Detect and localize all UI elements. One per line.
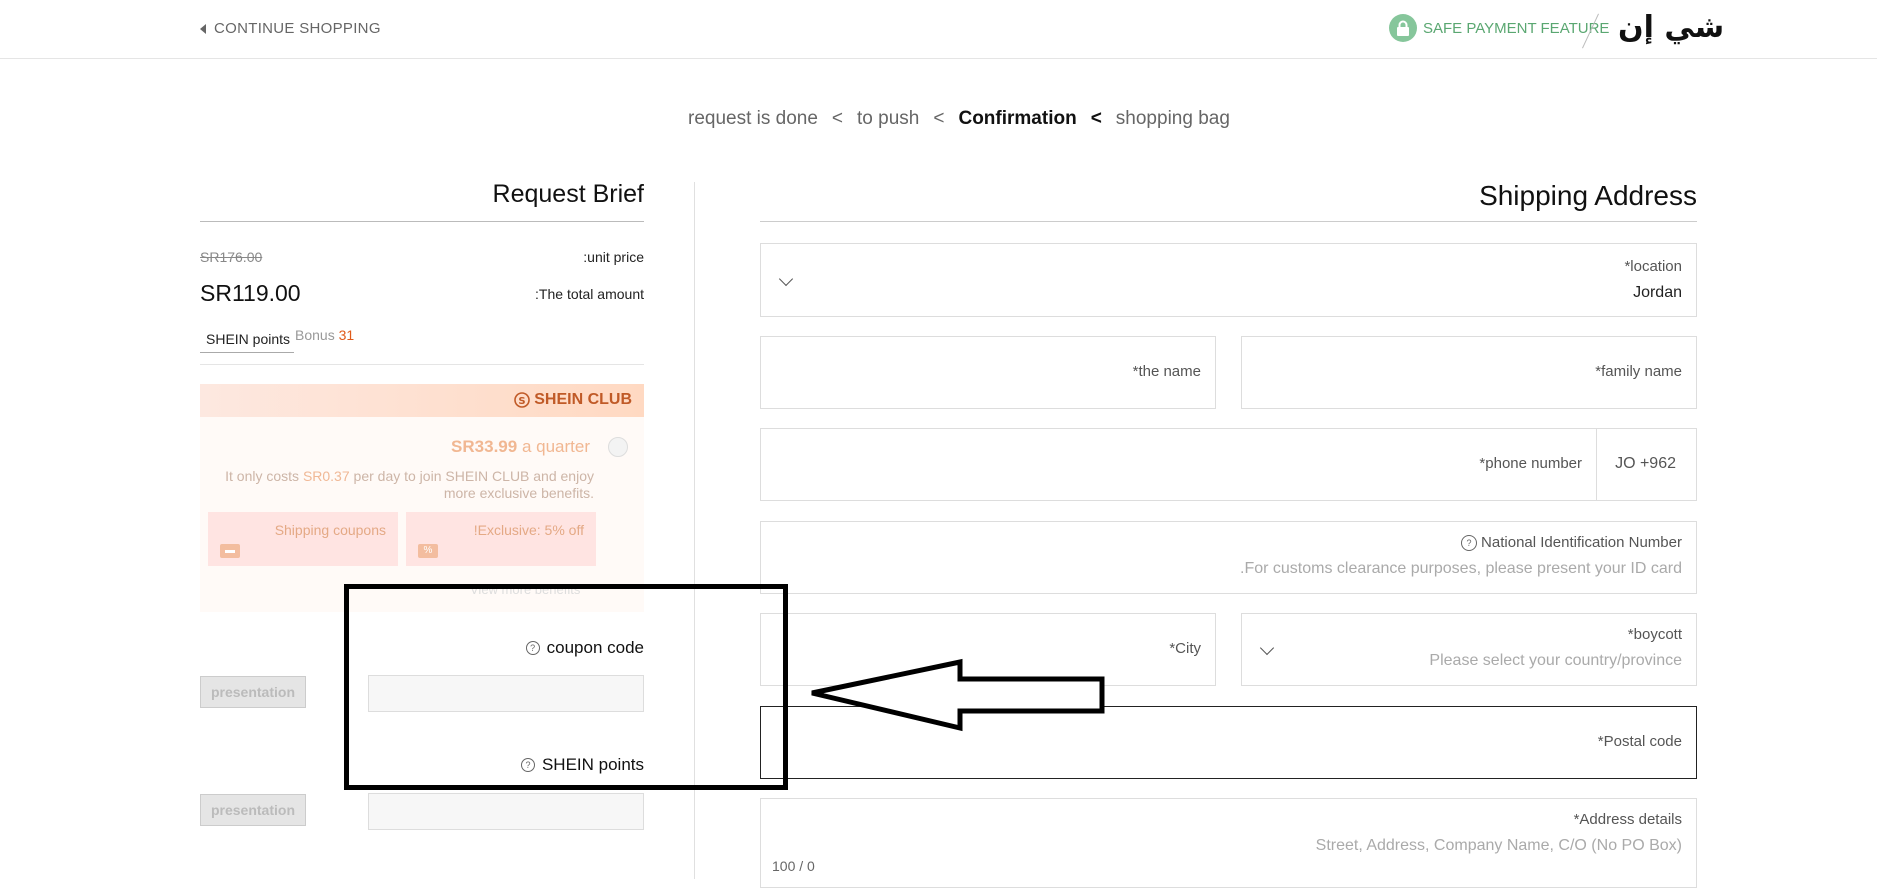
- safe-payment-label: SAFE PAYMENT FEATURE: [1423, 19, 1610, 37]
- shein-points-tab[interactable]: SHEIN points: [200, 326, 294, 353]
- club-description: It only costs SR0.37 per day to join SHE…: [224, 468, 594, 502]
- shein-club-card: S SHEIN CLUB SR33.99 a quarter It only c…: [200, 384, 644, 612]
- unit-price-label: :unit price: [583, 249, 644, 265]
- total-label: :The total amount: [535, 285, 644, 302]
- safe-payment-badge: SAFE PAYMENT FEATURE: [1389, 14, 1609, 42]
- checkout-steps: request is done < to push < Confirmation…: [688, 108, 1230, 130]
- address-details-placeholder: Street, Address, Company Name, C/O (No P…: [1315, 837, 1682, 854]
- help-icon[interactable]: ?: [1461, 534, 1478, 551]
- svg-text:S: S: [519, 396, 526, 407]
- step-separator: <: [1090, 108, 1102, 129]
- caret-left-icon: [200, 23, 206, 34]
- continue-shopping-label: CONTINUE SHOPPING: [214, 20, 381, 37]
- national-id-placeholder: .For customs clearance purposes, please …: [1240, 560, 1682, 577]
- club-badge: S SHEIN CLUB: [514, 391, 632, 409]
- name-label: *the name: [1132, 363, 1201, 380]
- club-price: SR33.99 a quarter: [451, 437, 590, 457]
- step-to-push: to push: [857, 108, 920, 129]
- club-price-value: SR33.99: [451, 437, 518, 456]
- step-confirmation: Confirmation: [958, 108, 1077, 129]
- address-details-field[interactable]: *Address details Street, Address, Compan…: [760, 798, 1697, 888]
- national-id-label: National Identification Number: [1481, 534, 1682, 551]
- total-amount: SR119.00: [200, 280, 301, 306]
- club-coupon-exclusive: !Exclusive: 5% off %: [406, 512, 596, 566]
- phone-number-field[interactable]: *phone number: [760, 428, 1597, 501]
- shein-logo[interactable]: شي إن: [1618, 10, 1724, 45]
- club-desc-amount: SR0.37: [302, 468, 350, 484]
- club-desc-suffix: per day to join SHEIN CLUB and enjoy: [353, 468, 594, 484]
- request-brief-title: Request Brief: [492, 180, 644, 208]
- national-id-label-row: ? National Identification Number: [1461, 534, 1682, 551]
- phone-number-label: *phone number: [1479, 455, 1582, 472]
- step-separator: <: [831, 108, 844, 129]
- brief-rule: [200, 221, 644, 222]
- unit-price-row: SR176.00 :unit price: [200, 249, 644, 265]
- annotation-box: [344, 584, 788, 790]
- club-price-suffix: a quarter: [521, 437, 590, 456]
- divider: [200, 364, 644, 365]
- coupon-apply-button[interactable]: presentation: [200, 676, 306, 708]
- step-request-done: request is done: [688, 108, 818, 129]
- coupon-shipping-label: Shipping coupons: [274, 522, 386, 538]
- unit-price-original: SR176.00: [200, 249, 263, 265]
- coupon-exclusive-label: !Exclusive: 5% off: [473, 522, 584, 538]
- truck-icon: ▬: [220, 544, 240, 558]
- family-name-label: *family name: [1595, 363, 1682, 380]
- club-header: S SHEIN CLUB: [200, 384, 644, 417]
- shipping-address-title: Shipping Address: [1479, 180, 1697, 211]
- step-shopping-bag[interactable]: shopping bag: [1116, 108, 1230, 130]
- province-placeholder: Please select your country/province: [1429, 652, 1682, 669]
- province-label: *boycott: [1627, 626, 1682, 643]
- national-id-field[interactable]: ? National Identification Number .For cu…: [760, 521, 1697, 594]
- address-details-label: *Address details: [1573, 811, 1682, 828]
- phone-prefix-select[interactable]: JO +962: [1596, 428, 1697, 501]
- family-name-field[interactable]: *family name: [1241, 336, 1697, 409]
- city-label: *City: [1169, 640, 1201, 657]
- shipping-rule: [760, 221, 1697, 222]
- club-coupon-shipping: Shipping coupons ▬: [208, 512, 398, 566]
- lock-icon: [1389, 14, 1417, 42]
- club-logo-icon: S: [514, 392, 531, 408]
- club-select-radio[interactable]: [608, 437, 628, 457]
- step-separator: <: [933, 108, 945, 129]
- location-select[interactable]: *location Jordan: [760, 243, 1697, 317]
- chevron-down-icon: [1259, 640, 1275, 656]
- chevron-down-icon: [778, 271, 794, 287]
- location-value: Jordan: [1633, 284, 1682, 301]
- shein-points-input[interactable]: [368, 793, 644, 830]
- bonus-points: Bonus 31: [295, 327, 354, 343]
- club-desc-prefix: It only costs: [225, 468, 300, 484]
- postal-code-label: *Postal code: [1597, 733, 1682, 750]
- percent-icon: %: [418, 544, 438, 558]
- club-badge-label: SHEIN CLUB: [534, 391, 632, 408]
- province-select[interactable]: *boycott Please select your country/prov…: [1241, 613, 1697, 686]
- bonus-label: Bonus: [295, 327, 335, 343]
- total-row: SR119.00 :The total amount: [200, 280, 644, 307]
- bonus-value: 31: [338, 327, 355, 343]
- points-apply-button[interactable]: presentation: [200, 794, 306, 826]
- annotation-arrow: [811, 658, 1105, 732]
- club-desc-line2: more exclusive benefits.: [443, 485, 594, 501]
- phone-prefix: JO +962: [1615, 455, 1676, 472]
- address-char-counter: 100 / 0: [772, 858, 815, 874]
- name-field[interactable]: *the name: [760, 336, 1216, 409]
- location-label: *location: [1624, 258, 1682, 275]
- continue-shopping-link[interactable]: CONTINUE SHOPPING: [200, 20, 381, 37]
